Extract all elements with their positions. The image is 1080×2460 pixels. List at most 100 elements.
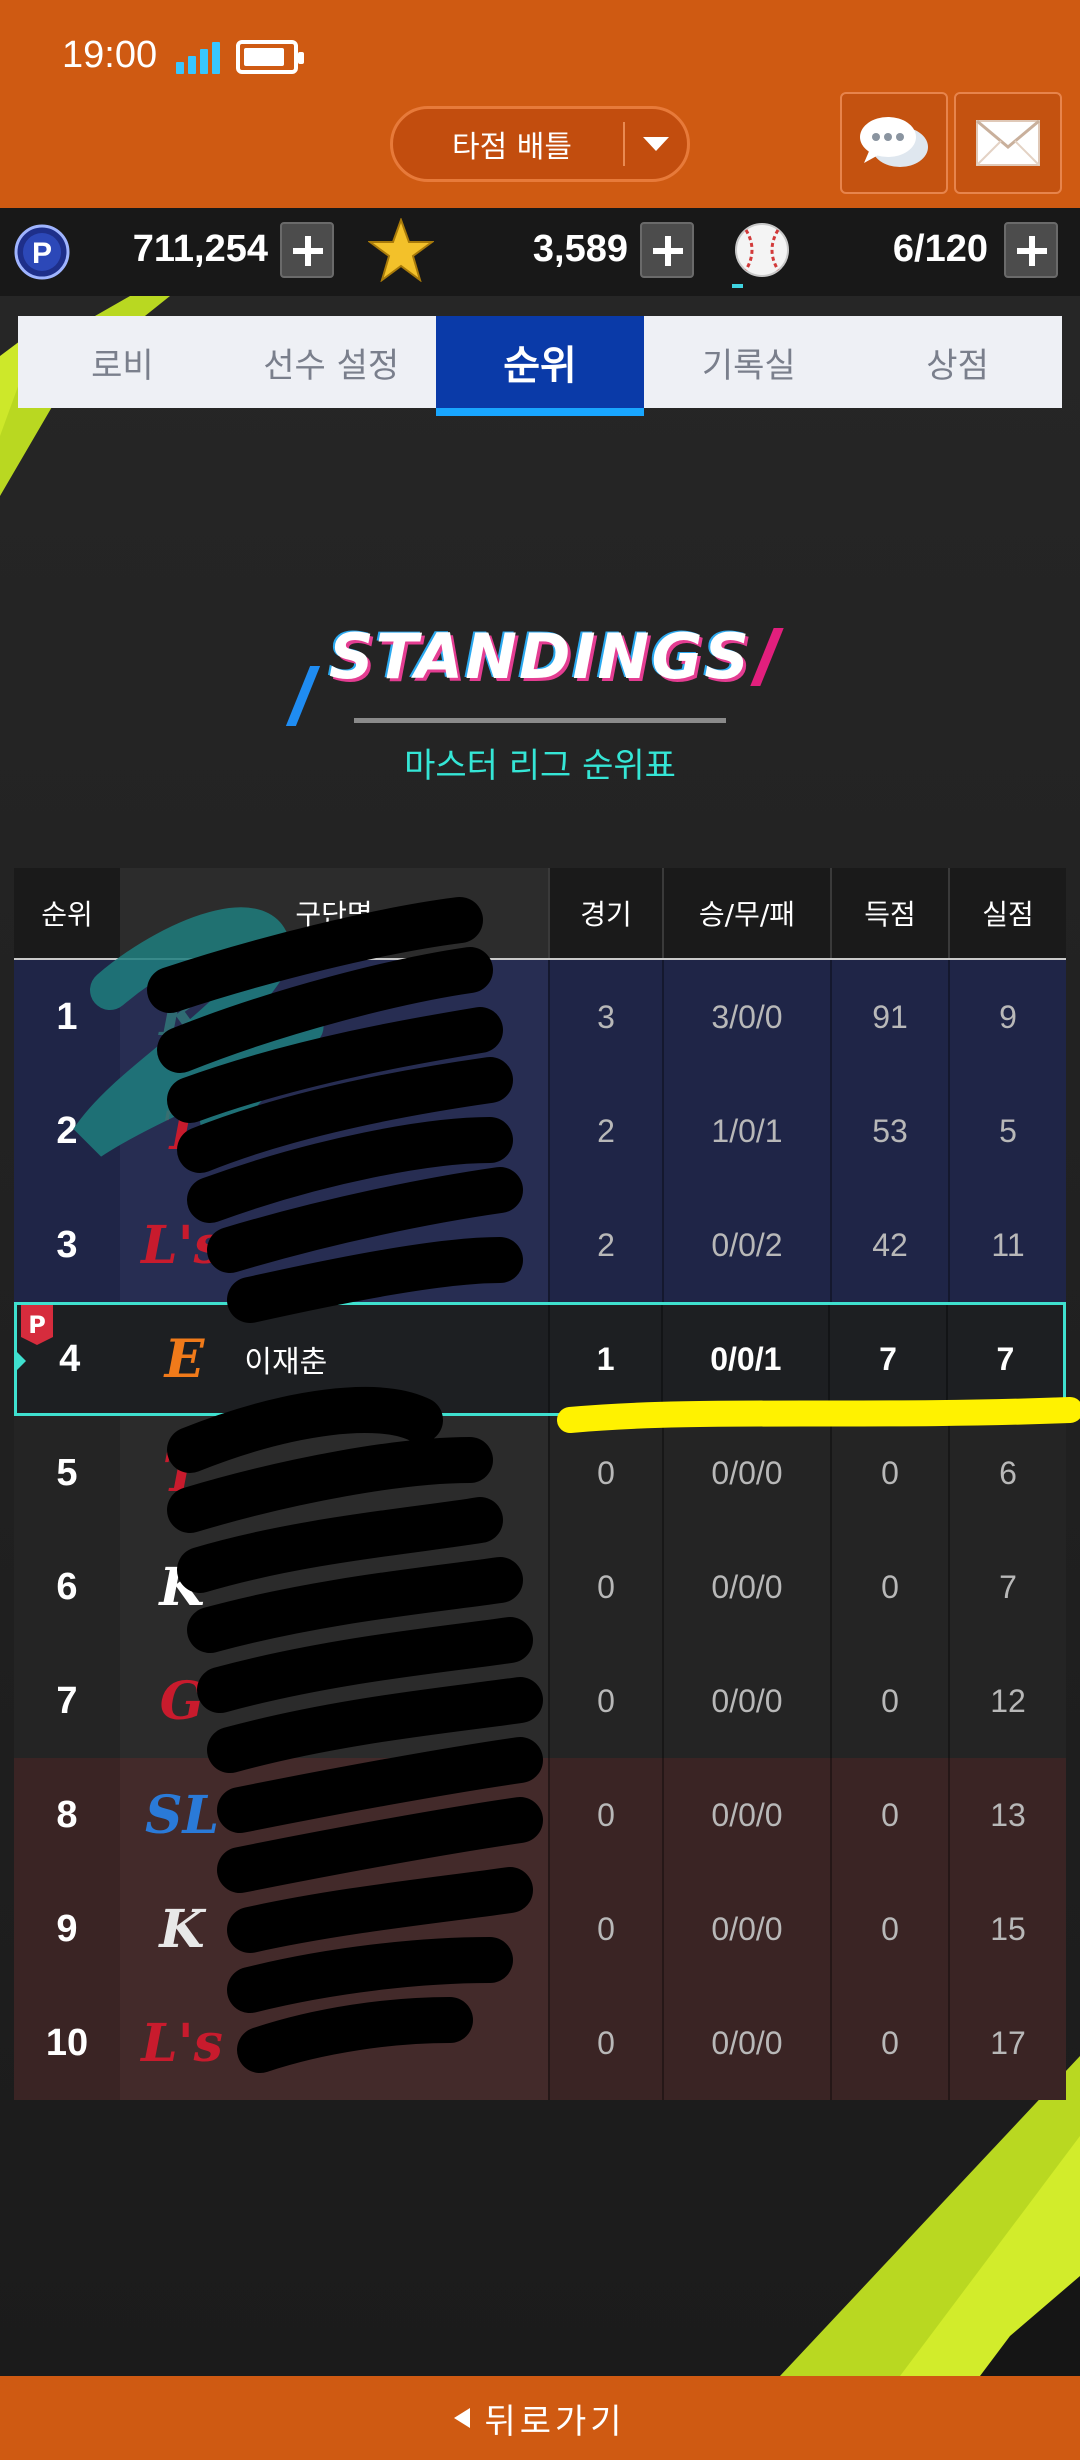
wdl-cell: 1/0/1 [662, 1074, 830, 1188]
wdl-cell: 0/0/0 [662, 1530, 830, 1644]
table-row[interactable]: 8 SL 0 0/0/0 0 13 [14, 1758, 1066, 1872]
chat-bubble-icon [860, 117, 928, 167]
team-logo-icon: L's [141, 1214, 223, 1276]
table-row[interactable]: 7 G 0 0/0/0 0 12 [14, 1644, 1066, 1758]
main-tabs: 로비 선수 설정 순위 기록실 상점 [18, 316, 1062, 416]
add-points-button[interactable] [280, 222, 334, 278]
team-logo-icon: K [159, 1898, 205, 1960]
back-button[interactable]: 뒤로가기 [0, 2376, 1080, 2460]
baseball-icon [735, 223, 789, 277]
table-row[interactable]: 2 T 2 1/0/1 53 5 [14, 1074, 1066, 1188]
ball-progress-bar [732, 284, 743, 288]
battery-icon [236, 40, 304, 74]
table-row[interactable]: 3 L's 2 0/0/2 42 11 [14, 1188, 1066, 1302]
mode-dropdown[interactable]: 타점 배틀 [390, 106, 690, 182]
table-row[interactable]: 1 K 3 3/0/0 91 9 [14, 960, 1066, 1074]
tab-lobby[interactable]: 로비 [18, 316, 227, 408]
tab-shop[interactable]: 상점 [853, 316, 1062, 408]
table-body: 1 K 3 3/0/0 91 9 2 T 2 1/0/1 53 5 3 L's 2 0/0/2 42 11 P 4 E 이… [14, 960, 1066, 2100]
runs-allowed-cell: 9 [948, 960, 1066, 1074]
status-time: 19:00 [62, 34, 158, 76]
games-cell: 0 [548, 1986, 662, 2100]
mail-button[interactable] [954, 92, 1062, 194]
runs-scored-cell: 7 [828, 1305, 945, 1413]
tab-standings[interactable]: 순위 [435, 316, 645, 416]
add-balls-button[interactable] [1004, 222, 1058, 278]
team-name: 이재춘 [244, 1345, 328, 1380]
runs-allowed-cell: 17 [948, 1986, 1066, 2100]
table-row[interactable]: 10 L's 0 0/0/0 0 17 [14, 1986, 1066, 2100]
team-logo-icon: L's [141, 2012, 223, 2074]
points-coin-icon: P [14, 224, 70, 280]
team-logo-icon: E [164, 1328, 205, 1390]
runs-scored-cell: 91 [830, 960, 948, 1074]
games-cell: 2 [548, 1188, 662, 1302]
runs-allowed-cell: 11 [948, 1188, 1066, 1302]
back-label: 뒤로가기 [484, 2401, 626, 2442]
table-header: 순위 구단명 경기 승/무/패 득점 실점 [14, 868, 1066, 960]
runs-allowed-cell: 5 [948, 1074, 1066, 1188]
games-cell: 2 [548, 1074, 662, 1188]
balls-value: 6/120 [892, 228, 988, 270]
stars-value: 3,589 [532, 228, 628, 270]
runs-allowed-cell: 7 [948, 1530, 1066, 1644]
table-row[interactable]: 6 K 0 0/0/0 0 7 [14, 1530, 1066, 1644]
wdl-cell: 0/0/0 [662, 1416, 830, 1530]
games-cell: 0 [548, 1530, 662, 1644]
mode-label: 타점 배틀 [452, 130, 572, 165]
wdl-cell: 3/0/0 [662, 960, 830, 1074]
table-row[interactable]: 5 T 0 0/0/0 0 6 [14, 1416, 1066, 1530]
team-logo-icon: SL [144, 1784, 220, 1846]
col-team: 구단명 [120, 868, 548, 958]
tab-player-setup[interactable]: 선수 설정 [227, 316, 436, 408]
rank-cell: 7 [56, 1679, 78, 1722]
table-row[interactable]: 9 K 0 0/0/0 0 15 [14, 1872, 1066, 1986]
team-cell: K [120, 1872, 548, 1986]
rank-cell: 10 [45, 2021, 89, 2064]
tab-records[interactable]: 기록실 [644, 316, 853, 408]
team-logo-icon: K [159, 1556, 205, 1618]
table-row[interactable]: P 4 E 이재춘 1 0/0/1 7 7 [14, 1302, 1066, 1416]
team-cell: L's [120, 1188, 548, 1302]
team-cell: K [120, 960, 548, 1074]
add-stars-button[interactable] [640, 222, 694, 278]
wdl-cell: 0/0/1 [661, 1305, 828, 1413]
runs-scored-cell: 0 [830, 1644, 948, 1758]
standings-subtitle: 마스터 리그 순위표 [404, 746, 676, 786]
star-icon [368, 218, 434, 282]
rank-cell: 9 [56, 1907, 78, 1950]
rank-cell: 5 [56, 1451, 78, 1494]
standings-heading: STANDINGS [0, 620, 1080, 693]
top-bar: 19:00 타점 배틀 [0, 0, 1080, 208]
runs-allowed-cell: 15 [948, 1872, 1066, 1986]
team-cell: G [120, 1644, 548, 1758]
runs-allowed-cell: 13 [948, 1758, 1066, 1872]
col-runs-allowed: 실점 [948, 868, 1066, 958]
wdl-cell: 0/0/0 [662, 1986, 830, 2100]
player-badge-icon: P [21, 1305, 53, 1345]
team-logo-icon: G [159, 1670, 205, 1732]
team-cell: T [120, 1074, 548, 1188]
team-logo-icon: T [162, 1100, 202, 1162]
wdl-cell: 0/0/0 [662, 1644, 830, 1758]
team-logo-icon: K [159, 986, 205, 1048]
games-cell: 3 [548, 960, 662, 1074]
team-cell: L's [120, 1986, 548, 2100]
svg-text:P: P [32, 237, 52, 270]
standings-table: 순위 구단명 경기 승/무/패 득점 실점 1 K 3 3/0/0 91 9 2 T 2 1/0/… [14, 868, 1066, 2100]
chat-button[interactable] [840, 92, 948, 194]
runs-scored-cell: 0 [830, 1758, 948, 1872]
team-cell: SL [120, 1758, 548, 1872]
runs-allowed-cell: 6 [948, 1416, 1066, 1530]
col-runs-scored: 득점 [830, 868, 948, 958]
signal-icon [176, 40, 222, 74]
row-pointer-icon [14, 1349, 26, 1373]
currency-bar: P 711,254 3,589 6/120 [0, 208, 1080, 296]
col-rank: 순위 [41, 898, 93, 931]
runs-scored-cell: 42 [830, 1188, 948, 1302]
back-arrow-icon [454, 2408, 471, 2428]
games-cell: 0 [548, 1758, 662, 1872]
col-games: 경기 [548, 868, 662, 958]
runs-scored-cell: 0 [830, 1872, 948, 1986]
games-cell: 0 [548, 1416, 662, 1530]
